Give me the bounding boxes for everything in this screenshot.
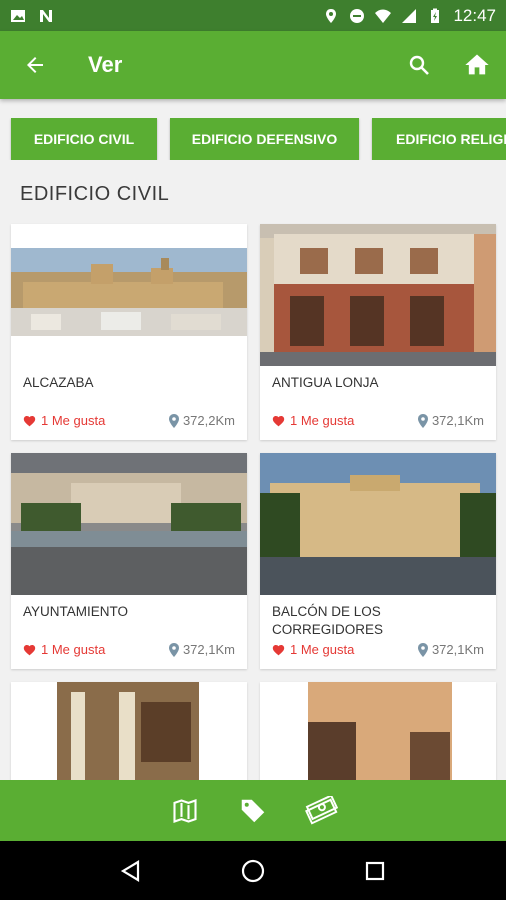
place-image	[11, 224, 247, 366]
distance: 372,1Km	[417, 642, 484, 657]
app-bar: Ver	[0, 31, 506, 99]
home-button[interactable]	[448, 31, 506, 99]
battery-icon	[431, 8, 440, 23]
distance: 372,1Km	[417, 413, 484, 428]
place-name: AYUNTAMIENTO	[23, 604, 129, 619]
category-chips: EDIFICIO CIVIL EDIFICIO DEFENSIVO EDIFIC…	[0, 118, 506, 160]
tag-button[interactable]	[233, 791, 273, 831]
search-icon	[409, 55, 429, 75]
like-count[interactable]: 1 Me gusta	[23, 413, 105, 428]
search-button[interactable]	[390, 31, 448, 99]
map-button[interactable]	[165, 791, 205, 831]
heart-icon	[272, 644, 285, 655]
chip-edificio-civil[interactable]: EDIFICIO CIVIL	[11, 118, 157, 160]
wifi-icon	[375, 9, 392, 23]
square-recents-icon	[365, 861, 385, 880]
like-count[interactable]: 1 Me gusta	[272, 642, 354, 657]
chip-edificio-religioso[interactable]: EDIFICIO RELIGI	[372, 118, 506, 160]
status-bar: 12:47	[0, 0, 506, 31]
place-card[interactable]: BALCÓN DE LOS CORREGIDORES 1 Me gusta 37…	[260, 453, 496, 669]
section-title: EDIFICIO CIVIL	[20, 183, 170, 205]
place-card[interactable]: ANTIGUA LONJA 1 Me gusta 372,1Km	[260, 224, 496, 440]
circle-home-icon	[241, 859, 265, 882]
tag-icon	[241, 799, 265, 822]
location-pin-icon	[168, 413, 179, 428]
money-icon	[305, 795, 338, 825]
nav-back-button[interactable]	[106, 846, 156, 896]
place-name: ANTIGUA LONJA	[272, 375, 379, 390]
location-pin-icon	[417, 642, 428, 657]
distance: 372,2Km	[168, 413, 235, 428]
distance-label: 372,2Km	[182, 413, 235, 428]
nav-recents-button[interactable]	[350, 846, 400, 896]
location-pin-icon	[168, 642, 179, 657]
chip-edificio-defensivo[interactable]: EDIFICIO DEFENSIVO	[170, 118, 359, 160]
distance: 372,1Km	[168, 642, 235, 657]
heart-icon	[23, 415, 36, 426]
distance-label: 372,1Km	[182, 642, 235, 657]
bottom-action-bar	[0, 780, 506, 841]
place-image	[11, 453, 247, 595]
like-label: 1 Me gusta	[290, 413, 355, 428]
place-name: BALCÓN DE LOS CORREGIDORES	[272, 604, 384, 637]
like-label: 1 Me gusta	[41, 413, 106, 428]
location-pin-icon	[417, 413, 428, 428]
distance-label: 372,1Km	[431, 642, 484, 657]
triangle-back-icon	[120, 859, 140, 882]
heart-icon	[272, 415, 285, 426]
like-label: 1 Me gusta	[290, 642, 355, 657]
image-notification-icon	[11, 9, 25, 22]
home-icon	[465, 54, 489, 75]
page-title: Ver	[88, 52, 123, 77]
distance-label: 372,1Km	[431, 413, 484, 428]
like-count[interactable]: 1 Me gusta	[272, 413, 354, 428]
nav-home-button[interactable]	[228, 846, 278, 896]
signal-icon	[402, 8, 417, 23]
status-time: 12:47	[453, 5, 496, 25]
map-icon	[173, 798, 197, 823]
place-image	[260, 224, 496, 366]
back-button[interactable]	[0, 31, 70, 99]
like-label: 1 Me gusta	[41, 642, 106, 657]
like-count[interactable]: 1 Me gusta	[23, 642, 105, 657]
heart-icon	[23, 644, 36, 655]
place-name: ALCAZABA	[23, 375, 94, 390]
location-status-icon	[326, 8, 337, 23]
place-card[interactable]: ALCAZABA 1 Me gusta 372,2Km	[11, 224, 247, 440]
system-navigation-bar	[0, 841, 506, 900]
app-notification-icon	[40, 9, 52, 22]
do-not-disturb-icon	[350, 8, 365, 23]
place-image	[260, 453, 496, 595]
place-card[interactable]: AYUNTAMIENTO 1 Me gusta 372,1Km	[11, 453, 247, 669]
arrow-left-icon	[27, 57, 43, 73]
money-button[interactable]	[301, 791, 341, 831]
